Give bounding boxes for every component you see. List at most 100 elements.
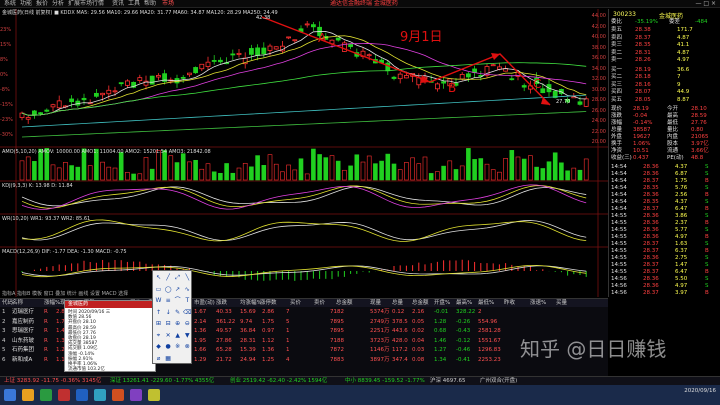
volume-bar <box>199 168 205 181</box>
explorer-icon[interactable] <box>22 389 34 401</box>
app-icon-2[interactable] <box>58 389 70 401</box>
sell-level-row[interactable]: 卖一 28.26 4.97 <box>611 57 719 64</box>
volume-bar <box>50 164 56 181</box>
column-header[interactable]: 均涨幅% <box>240 299 262 307</box>
menu-alert[interactable]: 市场 <box>162 0 174 8</box>
buy-level-row[interactable]: 买五 28.05 8.87 <box>611 97 719 104</box>
target-icon[interactable]: ⌖ <box>154 331 163 340</box>
cross-icon[interactable]: ⊗ <box>183 342 192 351</box>
extend-line-icon[interactable]: ⤢ <box>173 273 182 282</box>
line-icon[interactable]: ╱ <box>164 273 173 282</box>
app-icon-6[interactable] <box>130 389 142 401</box>
parallel-icon[interactable]: ≡ <box>164 296 173 305</box>
sell-level-row[interactable]: 卖二 28.31 4.87 <box>611 50 719 57</box>
sell-level-row[interactable]: 卖五 28.38 171.7 <box>611 27 719 34</box>
candle-body <box>304 23 310 26</box>
column-header[interactable]: 开盘% <box>434 299 450 307</box>
note-icon[interactable]: ※ <box>173 342 182 351</box>
grid-remove-icon[interactable]: ⊟ <box>164 319 173 328</box>
menu-item-analysis[interactable]: 分析 <box>52 0 64 8</box>
column-header[interactable]: 现量 <box>370 299 381 307</box>
mark-down-icon[interactable]: ▼ <box>183 331 192 340</box>
buy-level-row[interactable]: 买一 28.19 36.6 <box>611 67 719 74</box>
menu-item-help[interactable]: 帮助 <box>144 0 156 8</box>
quote-stat-row: 涨幅 -0.14% 最低 27.76 <box>611 120 707 126</box>
column-header[interactable]: 涨幅% <box>44 299 60 307</box>
wave-icon[interactable]: ∿ <box>183 285 192 294</box>
zoom-in-icon[interactable]: ⊕ <box>173 319 182 328</box>
candle-body <box>348 44 354 48</box>
table-icon[interactable]: ▦ <box>164 354 173 363</box>
column-header[interactable]: 总金额 <box>412 299 429 307</box>
menu-item-system[interactable]: 系统 <box>4 0 16 8</box>
column-header[interactable]: 买价 <box>290 299 301 307</box>
candle-body <box>199 63 205 70</box>
column-header[interactable]: 名称 <box>12 299 23 307</box>
volume-bar <box>366 155 372 181</box>
dot-icon[interactable]: ● <box>164 342 173 351</box>
popup-title: 金城医药 <box>65 301 155 308</box>
column-header[interactable]: 最低% <box>478 299 494 307</box>
circle-icon[interactable]: ◯ <box>164 285 173 294</box>
menu-item-function[interactable]: 功能 <box>20 0 32 8</box>
chart-area[interactable]: 金城医药(日线 前复权) ■ KDDX MA5: 29.56 MA10: 29.… <box>0 9 608 297</box>
menu-item-tools[interactable]: 工具 <box>128 0 140 8</box>
window-controls[interactable]: — □ × <box>695 0 716 8</box>
pen-icon[interactable]: ✎ <box>173 308 182 317</box>
buy-level-row[interactable]: 买四 28.07 44.9 <box>611 89 719 96</box>
volume-bar <box>174 162 180 181</box>
price-tick: 22.00 <box>591 128 606 135</box>
column-header[interactable]: 总金额 <box>336 299 353 307</box>
menu-item-quote[interactable]: 报价 <box>36 0 48 8</box>
candle-body <box>106 89 112 95</box>
column-header[interactable]: 买量 <box>556 299 567 307</box>
column-header[interactable]: 涨停数 <box>260 299 277 307</box>
volume-bar <box>528 155 533 181</box>
menu-item-extended-market[interactable]: 扩展市场行情 <box>68 0 104 8</box>
ray-icon[interactable]: ╲ <box>183 273 192 282</box>
menu-item-news[interactable]: 资讯 <box>112 0 124 8</box>
column-header[interactable]: 涨跌 <box>216 299 227 307</box>
diamond-icon[interactable]: ◆ <box>154 342 163 351</box>
tick-row: 14:54 28.36 2.56 B <box>611 192 709 198</box>
column-header[interactable]: 最高% <box>456 299 472 307</box>
tick-row: 14:54 28.37 6.47 B <box>611 206 709 212</box>
chart-tabs[interactable]: 指标A 指标B 模板 窗口 叠加 统计 画线 设置 MACD 选择 <box>2 291 128 297</box>
arrow-up-right-icon[interactable]: ↗ <box>173 285 182 294</box>
column-header[interactable]: 市盈(动) <box>194 299 215 307</box>
column-header[interactable]: 卖价 <box>314 299 325 307</box>
arc-icon[interactable]: ⌒ <box>173 296 182 305</box>
volume-bar <box>69 165 74 181</box>
w-pattern-icon[interactable]: W <box>154 296 163 305</box>
app-icon-5[interactable] <box>112 389 124 401</box>
quote-stat-row: 总量 38587 量比 0.80 <box>611 127 704 133</box>
zoom-out-icon[interactable]: ⊖ <box>183 319 192 328</box>
volume-bar <box>416 163 422 181</box>
buy-level-row[interactable]: 买三 28.16 9 <box>611 82 719 89</box>
rectangle-icon[interactable]: ▭ <box>154 285 163 294</box>
erase-icon[interactable]: ⌫ <box>183 308 192 317</box>
percent-tick: -8% <box>0 87 10 93</box>
diameter-icon[interactable]: ⌀ <box>154 354 163 363</box>
column-header[interactable]: 昨收 <box>504 299 515 307</box>
app-icon-3[interactable] <box>76 389 88 401</box>
grid-icon[interactable]: ⊞ <box>154 319 163 328</box>
start-icon[interactable] <box>4 389 16 401</box>
arrow-down-icon[interactable]: ↓ <box>164 308 173 317</box>
column-header[interactable]: 总量 <box>392 299 403 307</box>
mark-up-icon[interactable]: ▲ <box>173 331 182 340</box>
app-icon-4[interactable] <box>94 389 106 401</box>
buy-level-row[interactable]: 买二 28.18 7 <box>611 74 719 81</box>
pointer-icon[interactable]: ↖ <box>154 273 163 282</box>
delete-icon[interactable]: ✕ <box>164 331 173 340</box>
price-tick: 30.00 <box>591 86 606 93</box>
arrow-up-icon[interactable]: ↑ <box>154 308 163 317</box>
sell-level-row[interactable]: 卖三 28.35 41.1 <box>611 42 719 49</box>
sell-level-row[interactable]: 卖四 28.37 4.87 <box>611 35 719 42</box>
app-icon-1[interactable] <box>40 389 52 401</box>
candle-body <box>273 46 279 50</box>
volume-bar <box>255 155 260 181</box>
column-header[interactable]: 涨速% <box>530 299 546 307</box>
text-icon[interactable]: T <box>183 296 192 305</box>
app-icon-7[interactable] <box>148 389 160 401</box>
